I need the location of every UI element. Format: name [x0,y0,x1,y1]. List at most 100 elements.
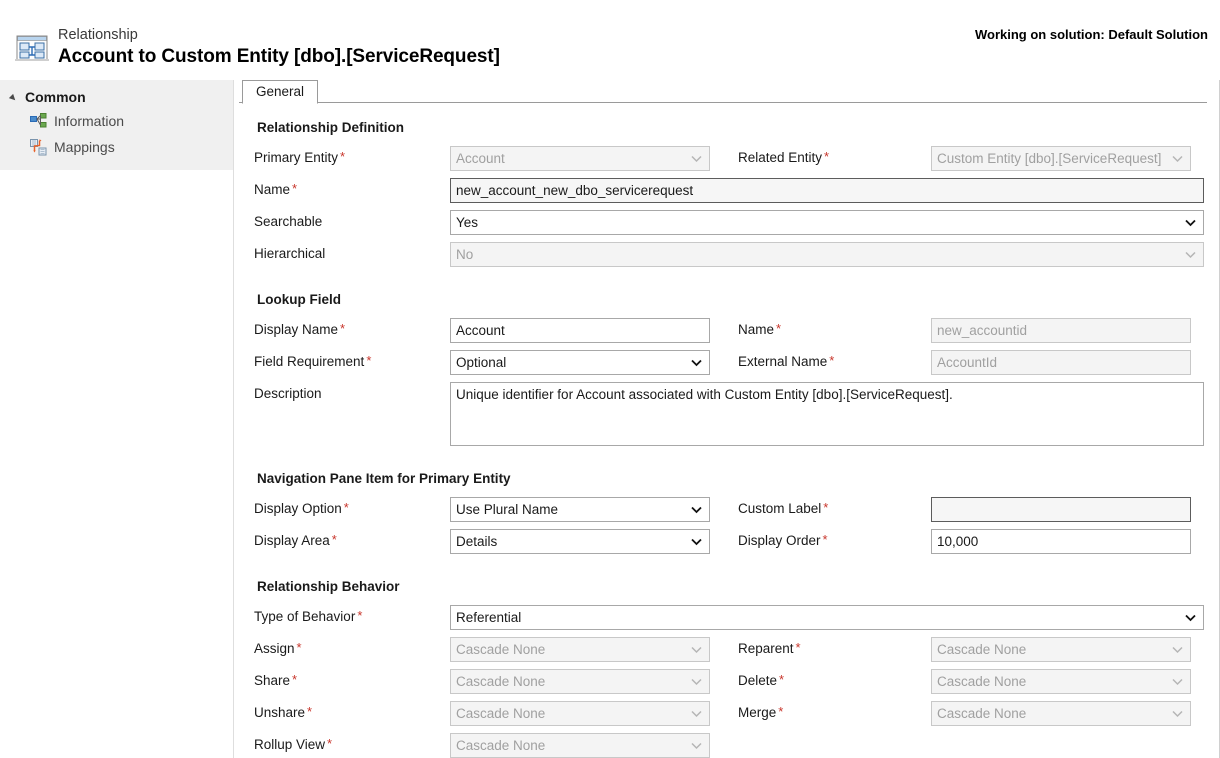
tab-label: General [256,84,305,99]
unshare-select[interactable]: Cascade None [450,701,710,726]
form-row: Field Requirement * Optional External Nam… [254,350,1205,375]
required-asterisk: * [296,640,302,655]
required-asterisk: * [822,532,828,547]
field-related-entity: Related Entity * Custom Entity [dbo].[Ser… [738,146,1216,171]
field-display-order: Display Order * 10,000 [738,529,1216,554]
label-text: Delete [738,673,778,688]
required-asterisk: * [331,532,337,547]
chevron-down-icon [691,351,702,374]
form-row: Display Area * Details Display Order * 10,… [254,529,1205,554]
label-text: Display Name [254,322,339,337]
required-asterisk: * [776,321,782,336]
sidebar-item-information[interactable]: Information [0,108,233,134]
related-entity-select[interactable]: Custom Entity [dbo].[ServiceRequest] [931,146,1191,171]
field-label: External Name * [738,350,931,369]
label-text: Assign [254,641,295,656]
field-label: Display Name * [254,318,450,337]
field-relationship-name: Name * new_account_new_dbo_servicerequest [254,178,1216,203]
custom-label-input[interactable] [931,497,1191,522]
label-text: Related Entity [738,150,823,165]
selected-value: Cascade None [456,738,546,753]
input-value: AccountId [937,355,998,370]
reparent-select[interactable]: Cascade None [931,637,1191,662]
field-searchable: Searchable Yes [254,210,1216,235]
field-assign: Assign * Cascade None [254,637,738,662]
delete-select[interactable]: Cascade None [931,669,1191,694]
description-textarea[interactable] [450,382,1204,446]
display-option-select[interactable]: Use Plural Name [450,497,710,522]
field-label: Merge * [738,701,931,720]
rollup-view-select[interactable]: Cascade None [450,733,710,758]
field-display-option: Display Option * Use Plural Name [254,497,738,522]
searchable-select[interactable]: Yes [450,210,1204,235]
sidebar: Common Information Mappings [0,80,234,758]
required-asterisk: * [340,321,346,336]
share-select[interactable]: Cascade None [450,669,710,694]
field-requirement-select[interactable]: Optional [450,350,710,375]
form-row: Primary Entity * Account Related Entity * … [254,146,1205,171]
form-row: Share * Cascade None Delete * Cascade None [254,669,1205,694]
form-row: Type of Behavior * Referential [254,605,1205,630]
field-label: Unshare * [254,701,450,720]
field-display-name: Display Name * Account [254,318,738,343]
input-value: new_accountid [937,323,1028,338]
sidebar-group-common[interactable]: Common [0,89,233,108]
label-text: Name [738,322,775,337]
chevron-down-icon [691,670,702,693]
field-label: Rollup View * [254,733,450,752]
field-external-name: External Name * AccountId [738,350,1216,375]
lookup-name-input[interactable]: new_accountid [931,318,1191,343]
display-area-select[interactable]: Details [450,529,710,554]
hierarchical-select[interactable]: No [450,242,1204,267]
selected-value: Cascade None [937,706,1027,721]
field-label: Display Option * [254,497,450,516]
chevron-down-icon [691,147,702,170]
chevron-down-icon [1185,243,1196,266]
main-content: General Relationship Definition Primary … [234,80,1220,758]
page-title: Account to Custom Entity [dbo].[ServiceR… [58,46,500,67]
display-order-input[interactable]: 10,000 [931,529,1191,554]
merge-select[interactable]: Cascade None [931,701,1191,726]
label-text: Display Area [254,533,330,548]
required-asterisk: * [307,704,313,719]
type-of-behavior-select[interactable]: Referential [450,605,1204,630]
collapse-triangle-icon [10,92,20,102]
chevron-down-icon [691,702,702,725]
form-row: Assign * Cascade None Reparent * Cascade N… [254,637,1205,662]
display-name-input[interactable]: Account [450,318,710,343]
form-row: Description [254,382,1205,446]
field-label: Custom Label * [738,497,931,516]
label-text: Merge [738,705,777,720]
primary-entity-select[interactable]: Account [450,146,710,171]
field-label: Hierarchical [254,242,450,261]
required-asterisk: * [795,640,801,655]
external-name-input[interactable]: AccountId [931,350,1191,375]
form-row: Name * new_account_new_dbo_servicerequest [254,178,1205,203]
section-title: Navigation Pane Item for Primary Entity [257,471,511,486]
selected-value: No [456,247,474,262]
sidebar-item-label: Mappings [54,139,115,155]
tab-general[interactable]: General [242,80,319,104]
relationship-name-input[interactable]: new_account_new_dbo_servicerequest [450,178,1204,203]
chevron-down-icon [691,498,702,521]
label-text: Rollup View [254,737,326,752]
required-asterisk: * [366,353,372,368]
field-hierarchical: Hierarchical No [254,242,1216,267]
required-asterisk: * [343,500,349,515]
sidebar-item-mappings[interactable]: Mappings [0,134,233,160]
selected-value: Cascade None [456,674,546,689]
form-row: Hierarchical No [254,242,1205,267]
selected-value: Use Plural Name [456,502,559,517]
label-text: Share [254,673,291,688]
label-text: Custom Label [738,501,822,516]
required-asterisk: * [292,672,298,687]
assign-select[interactable]: Cascade None [450,637,710,662]
selected-value: Details [456,534,498,549]
section-lookup-field: Lookup Field Display Name * Account Name *… [254,292,1205,446]
label-text: Reparent [738,641,794,656]
field-share: Share * Cascade None [254,669,738,694]
field-label: Display Area * [254,529,450,548]
field-label: Primary Entity * [254,146,450,165]
label-text: Display Option [254,501,342,516]
chevron-down-icon [691,638,702,661]
